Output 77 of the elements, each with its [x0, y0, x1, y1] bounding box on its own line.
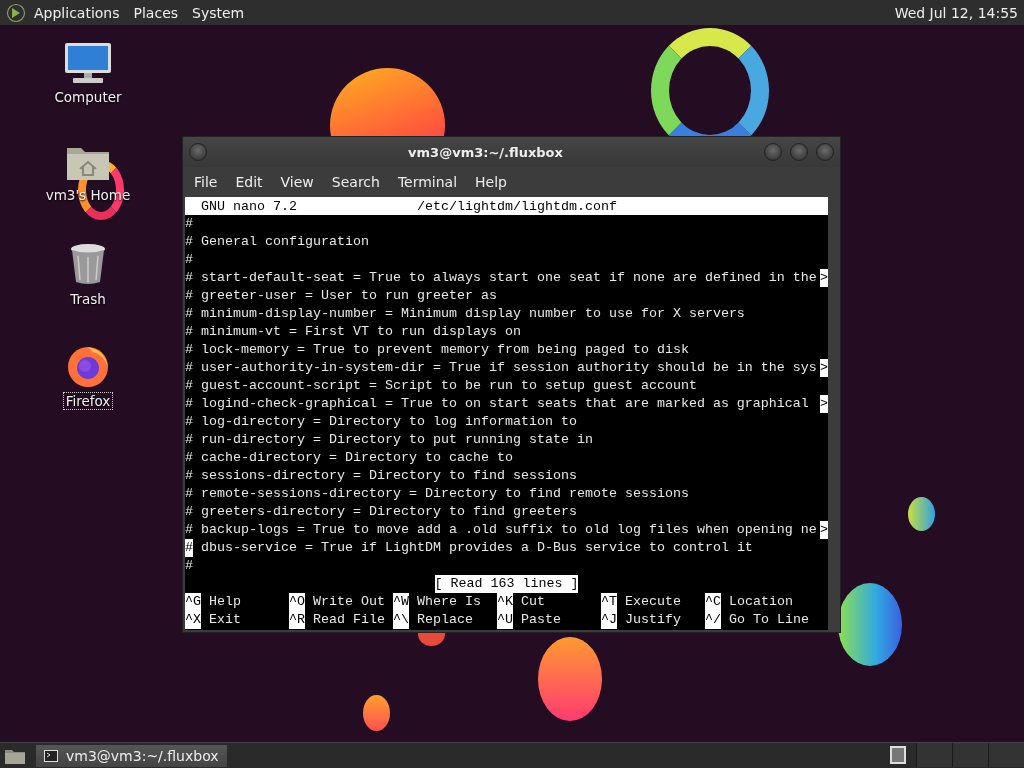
terminal-icon	[44, 749, 58, 762]
shortcut-label: Write Out	[313, 593, 385, 611]
desktop-icon-label[interactable]: Firefox	[62, 392, 114, 410]
config-line: # backup-logs = True to move add a .old suffix to old log files when opening ne	[185, 521, 817, 539]
computer-icon[interactable]	[63, 42, 113, 84]
config-line: # logind-check-graphical = True to on start seats that are marked as graphical	[185, 395, 810, 413]
menu-item[interactable]: View	[271, 174, 323, 190]
shortcut-label: Paste	[521, 611, 561, 629]
trash-icon[interactable]	[68, 242, 108, 286]
config-line: #	[185, 215, 193, 233]
config-line: # greeters-directory = Directory to find greeters	[185, 503, 577, 521]
config-line: # guest-account-script = Script to be run to setup guest account	[185, 377, 697, 395]
shortcut-key: ^\	[393, 611, 409, 629]
shortcut-key: ^/	[705, 611, 721, 629]
shortcut-key: ^G	[185, 593, 201, 611]
text-cursor: #	[185, 539, 193, 557]
config-line: # greeter-user = User to run greeter as	[185, 287, 497, 305]
panel-menu[interactable]: Applications	[34, 4, 120, 21]
shortcut-label: Where Is	[417, 593, 481, 611]
overflow-marker: >	[820, 359, 828, 377]
shortcut-label: Location	[729, 593, 793, 611]
shortcut-key: ^K	[497, 593, 513, 611]
config-line: # log-directory = Directory to log information to	[185, 413, 577, 431]
shortcut-label: Go To Line	[729, 611, 809, 629]
config-line: # run-directory = Directory to put running state in	[185, 431, 593, 449]
shortcut-key: ^O	[289, 593, 305, 611]
config-line: #	[185, 557, 193, 575]
menu-logo-icon[interactable]	[6, 2, 26, 23]
config-line: # lock-memory = True to prevent memory from being paged to disk	[185, 341, 689, 359]
shortcut-label: Help	[209, 593, 241, 611]
window-title: vm3@vm3:~/.fluxbox	[407, 144, 564, 160]
shortcut-key: ^W	[393, 593, 409, 611]
shortcut-key: ^T	[601, 593, 617, 611]
shortcut-key: ^R	[289, 611, 305, 629]
config-line: # cache-directory = Directory to cache to	[185, 449, 513, 467]
config-line: # start-default-seat = True to always start one seat if none are defined in the	[185, 269, 817, 287]
config-line: # remote-sessions-directory = Directory to find remote sessions	[185, 485, 689, 503]
shortcut-label: Cut	[521, 593, 545, 611]
desktop-icon-label[interactable]: Computer	[51, 88, 125, 106]
shortcut-key: ^X	[185, 611, 201, 629]
taskbar-button[interactable]: vm3@vm3:~/.fluxbox	[36, 744, 227, 767]
wallpaper-circle	[363, 695, 390, 731]
config-line: # minimum-display-number = Minimum display number to use for X servers	[185, 305, 745, 323]
overflow-marker: >	[820, 521, 828, 539]
nano-version: GNU nano 7.2	[201, 198, 297, 214]
shortcut-key: ^C	[705, 593, 721, 611]
menu-item[interactable]: File	[185, 174, 227, 190]
file-path: /etc/lightdm/lightdm.conf	[417, 198, 617, 214]
clock[interactable]: Wed Jul 12, 14:55	[894, 4, 1018, 21]
shortcut-label: Justify	[625, 611, 681, 629]
shortcut-label: Execute	[625, 593, 681, 611]
panel-menu[interactable]: Places	[133, 4, 179, 21]
config-line: # sessions-directory = Directory to find sessions	[185, 467, 577, 485]
panel-menu[interactable]: System	[192, 4, 245, 21]
config-line: dbus-service = True if LightDM provides a D-Bus service to control it	[200, 539, 753, 557]
desktop-icon-label[interactable]: Trash	[67, 290, 109, 308]
maximize-button[interactable]	[790, 143, 808, 161]
menu-item[interactable]: Edit	[226, 174, 272, 190]
shortcut-label: Replace	[417, 611, 473, 629]
wallpaper-circle	[908, 497, 935, 531]
status-message: [ Read 163 lines ]	[434, 575, 579, 593]
shortcut-label: Exit	[209, 611, 241, 629]
menu-item[interactable]: Terminal	[388, 174, 467, 190]
config-line: # user-authority-in-system-dir = True if session authority should be in the sys	[185, 359, 817, 377]
config-line: # minimum-vt = First VT to run displays on	[185, 323, 521, 341]
shortcut-label: Read File	[313, 611, 385, 629]
overflow-marker: >	[820, 269, 828, 287]
config-line: #	[185, 251, 193, 269]
minimize-button[interactable]	[764, 143, 782, 161]
config-line: # General configuration	[185, 233, 369, 251]
shortcut-key: ^U	[497, 611, 513, 629]
overflow-marker: >	[820, 395, 828, 413]
shortcut-key: ^J	[601, 611, 617, 629]
close-button[interactable]	[816, 143, 834, 161]
menu-item[interactable]: Help	[466, 174, 516, 190]
window-menu-button[interactable]	[189, 143, 207, 161]
menu-item[interactable]: Search	[322, 174, 389, 190]
